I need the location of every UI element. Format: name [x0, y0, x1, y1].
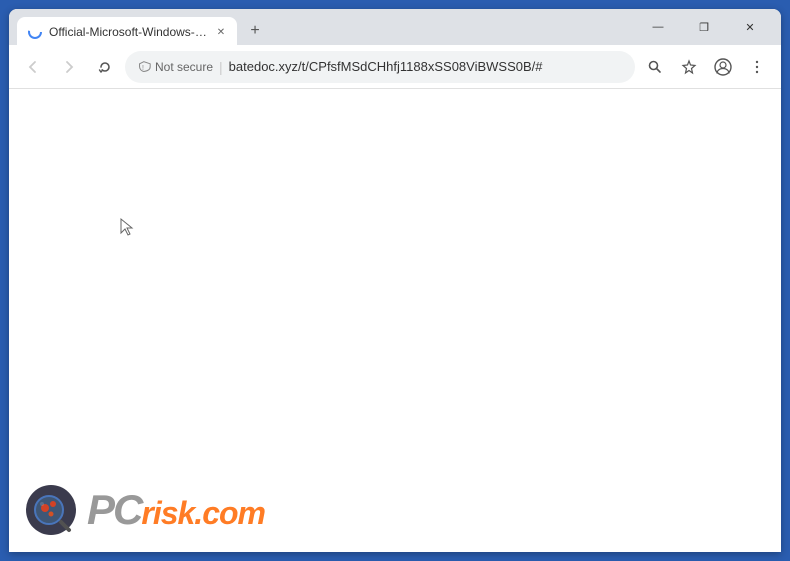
toolbar: ! Not secure | batedoc.xyz/t/CPfsfMSdCHh…: [9, 45, 781, 89]
tabs-area: Official-Microsoft-Windows-Help ✕ +: [17, 9, 627, 45]
security-indicator[interactable]: ! Not secure: [137, 60, 213, 74]
browser-window: Official-Microsoft-Windows-Help ✕ + — ❐ …: [9, 9, 781, 552]
star-icon: [681, 59, 697, 75]
window-controls: — ❐ ✕: [635, 11, 773, 43]
forward-icon: [61, 59, 77, 75]
watermark-pc: PC: [87, 489, 141, 531]
lock-warning-icon: !: [137, 60, 151, 74]
address-divider: |: [219, 59, 223, 75]
watermark: PCrisk.com: [25, 484, 265, 536]
search-icon: [647, 59, 663, 75]
tab-close-button[interactable]: ✕: [213, 24, 229, 40]
reload-icon: [97, 59, 113, 75]
address-url: batedoc.xyz/t/CPfsfMSdCHhfj1188xSS08ViBW…: [229, 59, 623, 74]
minimize-button[interactable]: —: [635, 11, 681, 43]
bookmark-button[interactable]: [673, 51, 705, 83]
title-bar: Official-Microsoft-Windows-Help ✕ + — ❐ …: [9, 9, 781, 45]
watermark-risk-com: risk.com: [141, 497, 265, 529]
pcrisk-logo-icon: [25, 484, 77, 536]
active-tab[interactable]: Official-Microsoft-Windows-Help ✕: [17, 17, 237, 47]
tab-title: Official-Microsoft-Windows-Help: [49, 25, 207, 39]
mouse-cursor: [119, 217, 135, 242]
forward-button[interactable]: [53, 51, 85, 83]
account-icon: [714, 58, 732, 76]
toolbar-actions: [639, 51, 773, 83]
back-button[interactable]: [17, 51, 49, 83]
menu-icon: [749, 59, 765, 75]
menu-button[interactable]: [741, 51, 773, 83]
back-icon: [25, 59, 41, 75]
watermark-brand: PCrisk.com: [87, 489, 265, 531]
loading-spinner-icon: [27, 24, 43, 40]
security-text: Not secure: [155, 60, 213, 74]
svg-text:!: !: [142, 65, 144, 72]
address-bar[interactable]: ! Not secure | batedoc.xyz/t/CPfsfMSdCHh…: [125, 51, 635, 83]
restore-button[interactable]: ❐: [681, 11, 727, 43]
close-button[interactable]: ✕: [727, 11, 773, 43]
tab-favicon: [27, 24, 43, 40]
search-button[interactable]: [639, 51, 671, 83]
reload-button[interactable]: [89, 51, 121, 83]
page-content: PCrisk.com: [9, 89, 781, 552]
new-tab-button[interactable]: +: [241, 17, 269, 45]
account-button[interactable]: [707, 51, 739, 83]
